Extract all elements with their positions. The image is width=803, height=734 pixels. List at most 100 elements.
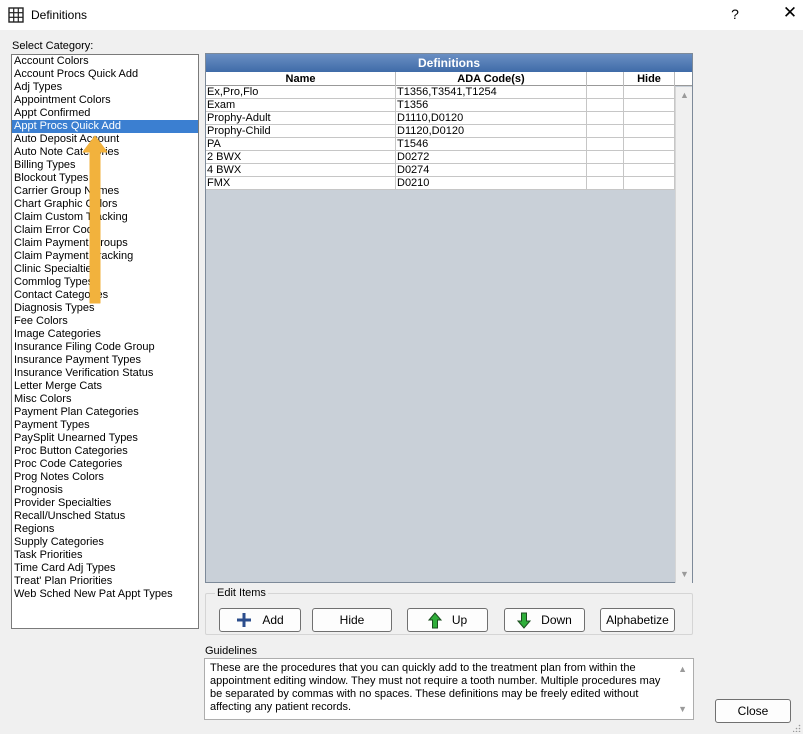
- category-item[interactable]: Regions: [12, 523, 198, 536]
- category-item[interactable]: Letter Merge Cats: [12, 380, 198, 393]
- table-row[interactable]: Ex,Pro,Flo T1356,T3541,T1254: [206, 86, 675, 99]
- add-button[interactable]: Add: [219, 608, 301, 632]
- down-button[interactable]: Down: [504, 608, 585, 632]
- down-button-label: Down: [541, 613, 572, 627]
- category-item[interactable]: Diagnosis Types: [12, 302, 198, 315]
- window-close-button[interactable]: ✕: [780, 3, 800, 23]
- category-item[interactable]: Insurance Verification Status: [12, 367, 198, 380]
- cell-blank: [587, 99, 624, 112]
- category-item[interactable]: Proc Button Categories: [12, 445, 198, 458]
- grid-icon: [8, 7, 24, 23]
- category-item[interactable]: Appointment Colors: [12, 94, 198, 107]
- cell-name: Exam: [206, 99, 396, 112]
- category-item[interactable]: Claim Payment Tracking: [12, 250, 198, 263]
- table-row[interactable]: FMX D0210: [206, 177, 675, 190]
- table-row[interactable]: Prophy-Adult D1110,D0120: [206, 112, 675, 125]
- category-item[interactable]: Payment Plan Categories: [12, 406, 198, 419]
- help-button[interactable]: ?: [727, 6, 743, 22]
- arrow-down-icon: [517, 612, 532, 629]
- category-item[interactable]: Time Card Adj Types: [12, 562, 198, 575]
- cell-blank: [587, 112, 624, 125]
- cell-ada-code: D0274: [396, 164, 587, 177]
- category-item[interactable]: Supply Categories: [12, 536, 198, 549]
- cell-hide: [624, 86, 675, 99]
- hide-button[interactable]: Hide: [312, 608, 392, 632]
- category-item[interactable]: Proc Code Categories: [12, 458, 198, 471]
- category-item[interactable]: Clinic Specialties: [12, 263, 198, 276]
- cell-ada-code: D0210: [396, 177, 587, 190]
- cell-blank: [587, 86, 624, 99]
- guidelines-scroll-down-icon[interactable]: ▼: [678, 703, 687, 716]
- table-row[interactable]: 2 BWX D0272: [206, 151, 675, 164]
- cell-blank: [587, 138, 624, 151]
- category-item[interactable]: Adj Types: [12, 81, 198, 94]
- category-item[interactable]: Task Priorities: [12, 549, 198, 562]
- close-button[interactable]: Close: [715, 699, 791, 723]
- cell-ada-code: D1120,D0120: [396, 125, 587, 138]
- category-item[interactable]: Payment Types: [12, 419, 198, 432]
- guidelines-textbox[interactable]: These are the procedures that you can qu…: [204, 658, 694, 720]
- category-item[interactable]: Claim Custom Tracking: [12, 211, 198, 224]
- cell-name: 4 BWX: [206, 164, 396, 177]
- category-item[interactable]: Recall/Unsched Status: [12, 510, 198, 523]
- category-item[interactable]: Web Sched New Pat Appt Types: [12, 588, 198, 601]
- category-list[interactable]: Account Colors Account Procs Quick Add Adj…: [11, 54, 199, 629]
- alphabetize-button[interactable]: Alphabetize: [600, 608, 675, 632]
- category-item[interactable]: Contact Categories: [12, 289, 198, 302]
- table-row[interactable]: PA T1546: [206, 138, 675, 151]
- category-item[interactable]: Claim Payment Groups: [12, 237, 198, 250]
- category-item[interactable]: Carrier Group Names: [12, 185, 198, 198]
- category-item[interactable]: Treat' Plan Priorities: [12, 575, 198, 588]
- category-item[interactable]: Image Categories: [12, 328, 198, 341]
- column-header-ada-codes[interactable]: ADA Code(s): [396, 72, 587, 86]
- column-header-name[interactable]: Name: [206, 72, 396, 86]
- table-row[interactable]: Prophy-Child D1120,D0120: [206, 125, 675, 138]
- category-item[interactable]: Prognosis: [12, 484, 198, 497]
- cell-name: Ex,Pro,Flo: [206, 86, 396, 99]
- select-category-label: Select Category:: [12, 40, 94, 52]
- scroll-down-icon[interactable]: ▼: [676, 566, 693, 583]
- edit-items-label: Edit Items: [215, 587, 268, 599]
- up-button[interactable]: Up: [407, 608, 488, 632]
- category-item[interactable]: Fee Colors: [12, 315, 198, 328]
- category-item[interactable]: Account Colors: [12, 55, 198, 68]
- guidelines-text: These are the procedures that you can qu…: [210, 662, 661, 713]
- cell-ada-code: T1356,T3541,T1254: [396, 86, 587, 99]
- cell-ada-code: T1356: [396, 99, 587, 112]
- cell-ada-code: D0272: [396, 151, 587, 164]
- cell-name: Prophy-Child: [206, 125, 396, 138]
- category-item[interactable]: Chart Graphic Colors: [12, 198, 198, 211]
- grid-scrollbar[interactable]: ▲ ▼: [675, 87, 692, 583]
- resize-grip-icon[interactable]: [793, 724, 801, 732]
- add-button-label: Add: [262, 613, 284, 627]
- category-item[interactable]: Account Procs Quick Add: [12, 68, 198, 81]
- category-item[interactable]: Claim Error Code: [12, 224, 198, 237]
- cell-blank: [587, 164, 624, 177]
- guidelines-scroll-up-icon[interactable]: ▲: [678, 663, 687, 676]
- category-item[interactable]: Auto Deposit Account: [12, 133, 198, 146]
- column-header-blank[interactable]: [587, 72, 624, 86]
- category-item[interactable]: Auto Note Categories: [12, 146, 198, 159]
- cell-blank: [587, 125, 624, 138]
- cell-hide: [624, 151, 675, 164]
- table-row[interactable]: Exam T1356: [206, 99, 675, 112]
- cell-hide: [624, 138, 675, 151]
- window-title: Definitions: [31, 8, 88, 22]
- grid-header: Name ADA Code(s) Hide: [206, 72, 692, 86]
- category-item[interactable]: Provider Specialties: [12, 497, 198, 510]
- category-item[interactable]: Prog Notes Colors: [12, 471, 198, 484]
- category-item[interactable]: Insurance Payment Types: [12, 354, 198, 367]
- category-item[interactable]: PaySplit Unearned Types: [12, 432, 198, 445]
- cell-blank: [587, 177, 624, 190]
- column-header-hide[interactable]: Hide: [624, 72, 675, 86]
- category-item[interactable]: Misc Colors: [12, 393, 198, 406]
- category-item[interactable]: Appt Procs Quick Add: [12, 120, 198, 133]
- category-item[interactable]: Appt Confirmed: [12, 107, 198, 120]
- category-item[interactable]: Insurance Filing Code Group: [12, 341, 198, 354]
- table-row[interactable]: 4 BWX D0274: [206, 164, 675, 177]
- category-item[interactable]: Billing Types: [12, 159, 198, 172]
- cell-hide: [624, 99, 675, 112]
- category-item[interactable]: Commlog Types: [12, 276, 198, 289]
- scroll-up-icon[interactable]: ▲: [676, 87, 693, 104]
- category-item[interactable]: Blockout Types: [12, 172, 198, 185]
